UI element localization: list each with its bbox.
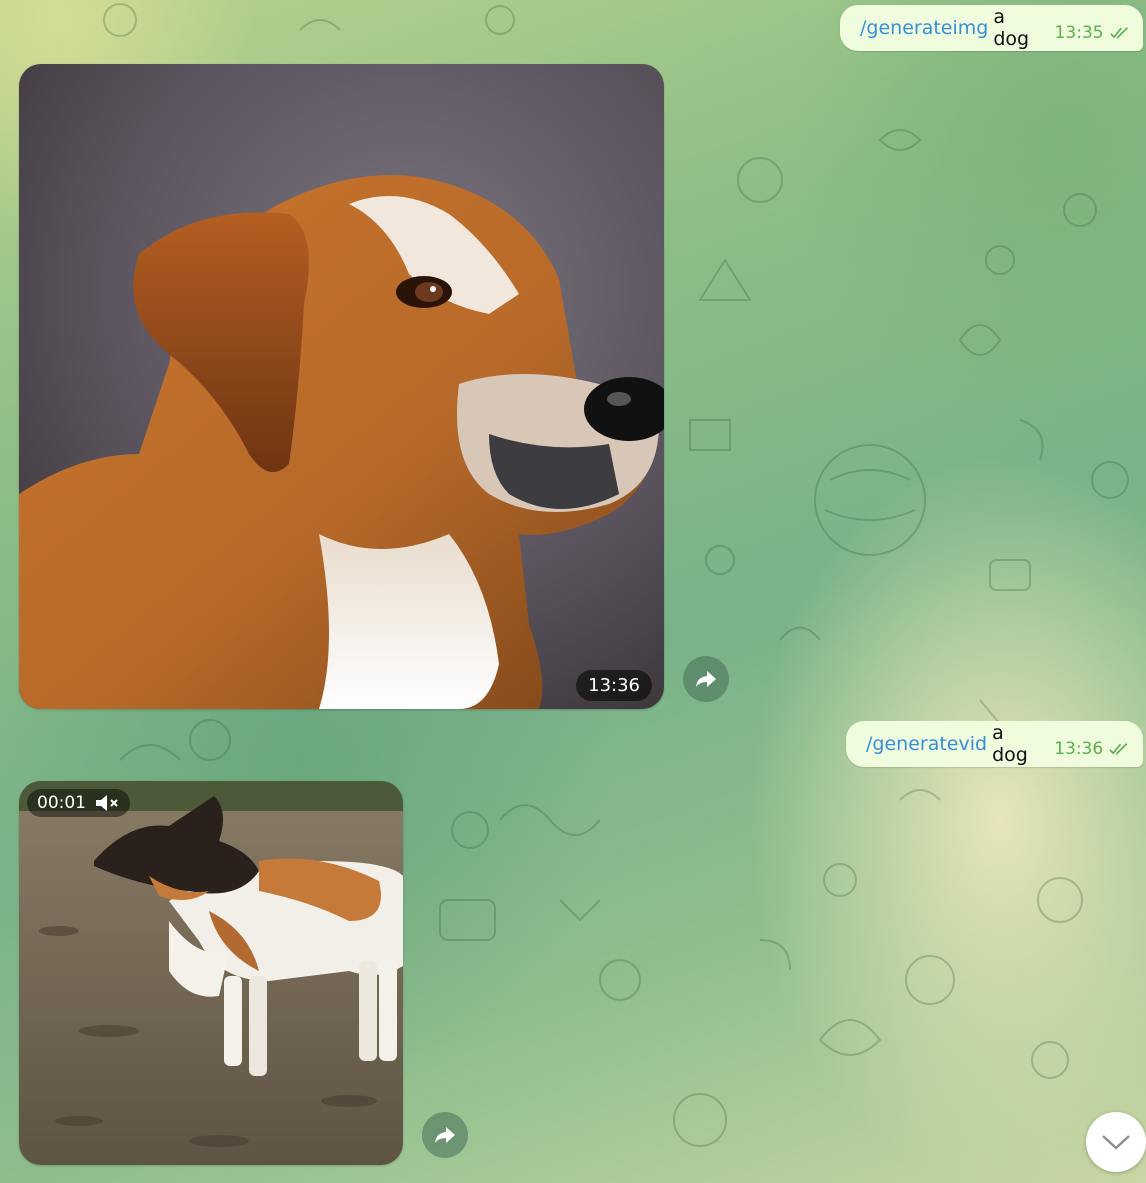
share-video-button[interactable] (422, 1112, 468, 1158)
message-time: 13:35 (1054, 23, 1104, 43)
video-duration: 00:01 (37, 793, 86, 813)
share-arrow-icon (696, 671, 716, 687)
share-photo-button[interactable] (683, 656, 729, 702)
dog-photo-image (19, 64, 664, 709)
message-argument: a dog (993, 6, 1030, 50)
dog-video-frame (19, 781, 403, 1165)
command-link-generatevid[interactable]: /generatevid (866, 733, 987, 755)
double-check-icon (1109, 27, 1128, 39)
share-arrow-icon (435, 1127, 455, 1143)
photo-time: 13:36 (576, 670, 652, 701)
message-argument: a dog (992, 722, 1028, 766)
outgoing-message-generatevid: /generatevid a dog 13:36 (846, 721, 1143, 767)
message-time: 13:36 (1054, 739, 1104, 759)
chevron-down-icon (1102, 1135, 1130, 1150)
dog-photo[interactable]: 13:36 (19, 64, 664, 709)
scroll-down-button[interactable] (1086, 1112, 1146, 1172)
outgoing-message-generateimg: /generateimg a dog 13:35 (840, 5, 1143, 51)
command-link-generateimg[interactable]: /generateimg (860, 17, 988, 39)
dog-video[interactable]: 00:01 (19, 781, 403, 1165)
video-status-badge: 00:01 (27, 789, 130, 817)
double-check-icon (1109, 743, 1128, 755)
muted-speaker-icon[interactable] (94, 793, 120, 813)
